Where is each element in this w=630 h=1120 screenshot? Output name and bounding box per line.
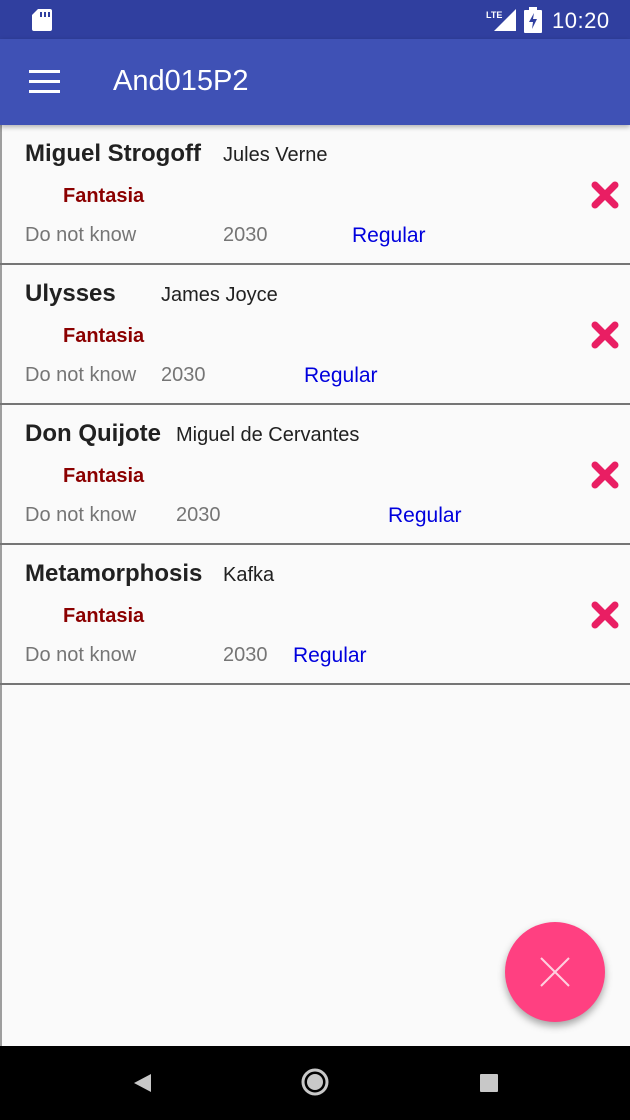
book-genre: Fantasia bbox=[63, 465, 145, 487]
sd-card-icon bbox=[32, 9, 52, 31]
app-bar: And015P2 bbox=[0, 39, 630, 125]
book-year: 2030 bbox=[161, 364, 206, 386]
book-rating: Regular bbox=[293, 644, 367, 667]
book-status: Do not know bbox=[25, 504, 137, 526]
book-list-item[interactable]: Metamorphosis Kafka Fantasia Do not know… bbox=[0, 545, 630, 685]
book-genre: Fantasia bbox=[63, 325, 145, 347]
book-genre: Fantasia bbox=[63, 605, 145, 627]
book-title: Miguel Strogoff bbox=[25, 140, 201, 167]
close-icon bbox=[540, 957, 570, 987]
book-year: 2030 bbox=[223, 644, 268, 666]
recents-icon[interactable] bbox=[479, 1073, 499, 1093]
book-title: Metamorphosis bbox=[25, 560, 203, 587]
book-rating: Regular bbox=[388, 504, 462, 527]
app-title: And015P2 bbox=[113, 65, 249, 97]
book-year: 2030 bbox=[176, 504, 221, 526]
book-title: Don Quijote bbox=[25, 420, 161, 447]
book-list-item[interactable]: Miguel Strogoff Jules Verne Fantasia Do … bbox=[0, 125, 630, 265]
book-status: Do not know bbox=[25, 364, 137, 386]
svg-text:LTE: LTE bbox=[486, 10, 502, 20]
status-clock: 10:20 bbox=[552, 8, 610, 33]
fab-close-button[interactable] bbox=[505, 922, 605, 1022]
book-genre: Fantasia bbox=[63, 185, 145, 207]
book-rating: Regular bbox=[304, 364, 378, 387]
lte-signal-icon: LTE bbox=[486, 9, 516, 31]
delete-icon[interactable] bbox=[589, 179, 621, 211]
book-author: Miguel de Cervantes bbox=[176, 424, 360, 446]
home-icon[interactable] bbox=[300, 1067, 330, 1097]
book-list-item[interactable]: Don Quijote Miguel de Cervantes Fantasia… bbox=[0, 405, 630, 545]
book-status: Do not know bbox=[25, 224, 137, 246]
book-title: Ulysses bbox=[25, 280, 116, 307]
delete-icon[interactable] bbox=[589, 319, 621, 351]
book-author: James Joyce bbox=[161, 284, 278, 306]
status-bar: LTE 10:20 bbox=[0, 0, 630, 39]
book-list: Miguel Strogoff Jules Verne Fantasia Do … bbox=[0, 125, 630, 685]
book-author: Jules Verne bbox=[223, 144, 328, 166]
delete-icon[interactable] bbox=[589, 459, 621, 491]
book-rating: Regular bbox=[352, 224, 426, 247]
book-author: Kafka bbox=[223, 564, 275, 586]
hamburger-menu-icon[interactable] bbox=[29, 70, 60, 93]
book-year: 2030 bbox=[223, 224, 268, 246]
back-icon[interactable] bbox=[131, 1072, 153, 1094]
book-list-item[interactable]: Ulysses James Joyce Fantasia Do not know… bbox=[0, 265, 630, 405]
battery-charging-icon bbox=[524, 7, 542, 33]
delete-icon[interactable] bbox=[589, 599, 621, 631]
book-status: Do not know bbox=[25, 644, 137, 666]
